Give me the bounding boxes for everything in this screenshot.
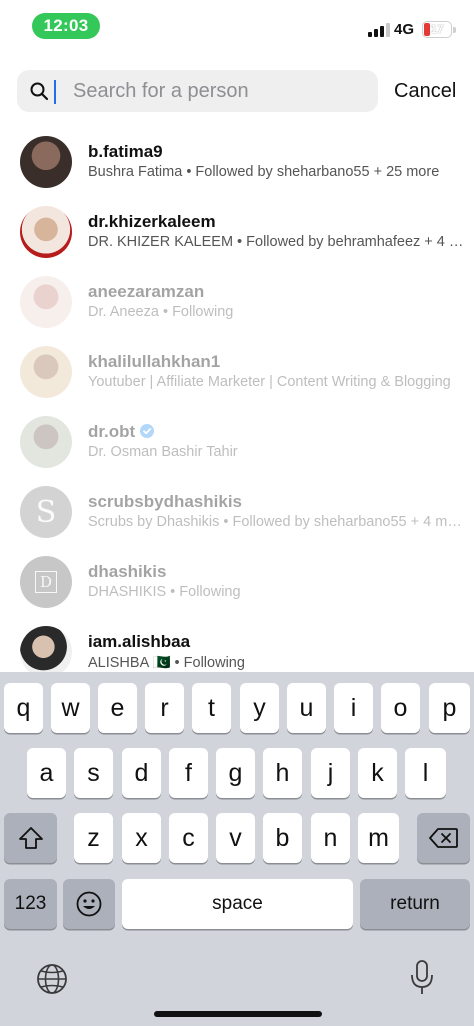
status-time[interactable]: 12:03 bbox=[32, 13, 100, 39]
return-key[interactable]: return bbox=[360, 879, 470, 929]
key-p[interactable]: p bbox=[429, 683, 470, 733]
avatar bbox=[20, 626, 72, 672]
key-c[interactable]: c bbox=[169, 813, 208, 863]
result-row[interactable]: dr.khizerkaleem DR. KHIZER KALEEM • Foll… bbox=[0, 196, 474, 266]
delete-key[interactable] bbox=[417, 813, 470, 863]
result-subtitle: Dr. Osman Bashir Tahir bbox=[88, 444, 238, 460]
result-row[interactable]: S scrubsbydhashikis Scrubs by Dhashikis … bbox=[0, 476, 474, 546]
emoji-icon bbox=[76, 891, 102, 917]
search-icon bbox=[30, 82, 49, 101]
result-subtitle: Dr. Aneeza • Following bbox=[88, 304, 234, 320]
result-subtitle: Scrubs by Dhashikis • Followed by shehar… bbox=[88, 514, 464, 530]
result-row[interactable]: b.fatima9 Bushra Fatima • Followed by sh… bbox=[0, 126, 474, 196]
home-indicator[interactable] bbox=[154, 1011, 322, 1017]
shift-key[interactable] bbox=[4, 813, 57, 863]
avatar bbox=[20, 206, 72, 258]
avatar bbox=[20, 416, 72, 468]
result-username: dr.khizerkaleem bbox=[88, 212, 216, 231]
avatar bbox=[20, 276, 72, 328]
result-username: iam.alishbaa bbox=[88, 632, 191, 651]
key-a[interactable]: a bbox=[27, 748, 66, 798]
key-k[interactable]: k bbox=[358, 748, 397, 798]
key-q[interactable]: q bbox=[4, 683, 43, 733]
key-j[interactable]: j bbox=[311, 748, 350, 798]
result-subtitle: Bushra Fatima • Followed by sheharbano55… bbox=[88, 164, 440, 180]
result-username: b.fatima9 bbox=[88, 142, 163, 161]
result-username-text: dr.obt bbox=[88, 422, 136, 441]
text-cursor bbox=[54, 80, 56, 104]
status-bar: 12:03 4G 17 bbox=[0, 0, 474, 52]
result-row[interactable]: dr.obt Dr. Osman Bashir Tahir bbox=[0, 406, 474, 476]
result-subtitle: ALISHBA 🇵🇰 • Following bbox=[88, 655, 245, 671]
result-row[interactable]: khalilullahkhan1 Youtuber | Affiliate Ma… bbox=[0, 336, 474, 406]
result-username: dhashikis bbox=[88, 562, 167, 581]
network-type: 4G bbox=[394, 21, 415, 38]
result-subtitle: Youtuber | Affiliate Marketer | Content … bbox=[88, 374, 451, 390]
key-h[interactable]: h bbox=[263, 748, 302, 798]
key-x[interactable]: x bbox=[122, 813, 161, 863]
key-y[interactable]: y bbox=[240, 683, 279, 733]
key-z[interactable]: z bbox=[74, 813, 113, 863]
search-results-list[interactable]: b.fatima9 Bushra Fatima • Followed by sh… bbox=[0, 126, 474, 672]
avatar: S bbox=[20, 486, 72, 538]
signal-icon bbox=[368, 23, 390, 37]
result-username: aneezaramzan bbox=[88, 282, 205, 301]
microphone-icon[interactable] bbox=[409, 959, 435, 997]
key-m[interactable]: m bbox=[358, 813, 399, 863]
search-input[interactable] bbox=[57, 70, 367, 112]
avatar-logo-icon: D bbox=[35, 571, 57, 593]
key-i[interactable]: i bbox=[334, 683, 373, 733]
avatar bbox=[20, 346, 72, 398]
result-subtitle: DR. KHIZER KALEEM • Followed by behramha… bbox=[88, 234, 464, 250]
battery-icon: 17 bbox=[422, 21, 456, 38]
result-row[interactable]: iam.alishbaa ALISHBA 🇵🇰 • Following bbox=[0, 616, 474, 672]
key-t[interactable]: t bbox=[192, 683, 231, 733]
result-subtitle: DHASHIKIS • Following bbox=[88, 584, 241, 600]
shift-icon bbox=[18, 827, 43, 849]
key-d[interactable]: d bbox=[122, 748, 161, 798]
avatar bbox=[20, 136, 72, 188]
keyboard: q w e r t y u i o p a s d f g h j k l z … bbox=[0, 672, 474, 1026]
avatar: D bbox=[20, 556, 72, 608]
avatar-logo-icon: S bbox=[35, 494, 57, 530]
key-u[interactable]: u bbox=[287, 683, 326, 733]
space-key[interactable]: space bbox=[122, 879, 353, 929]
battery-level: 17 bbox=[430, 22, 444, 36]
key-v[interactable]: v bbox=[216, 813, 255, 863]
key-s[interactable]: s bbox=[74, 748, 113, 798]
search-box[interactable] bbox=[17, 70, 378, 112]
key-r[interactable]: r bbox=[145, 683, 184, 733]
emoji-key[interactable] bbox=[63, 879, 115, 929]
result-row[interactable]: aneezaramzan Dr. Aneeza • Following bbox=[0, 266, 474, 336]
key-o[interactable]: o bbox=[381, 683, 420, 733]
key-n[interactable]: n bbox=[311, 813, 350, 863]
key-b[interactable]: b bbox=[263, 813, 302, 863]
key-w[interactable]: w bbox=[51, 683, 90, 733]
key-g[interactable]: g bbox=[216, 748, 255, 798]
result-username: dr.obt bbox=[88, 422, 155, 442]
key-l[interactable]: l bbox=[405, 748, 446, 798]
delete-icon bbox=[428, 828, 458, 848]
result-username: khalilullahkhan1 bbox=[88, 352, 221, 371]
numbers-key[interactable]: 123 bbox=[4, 879, 57, 929]
verified-badge-icon bbox=[140, 424, 155, 438]
globe-icon[interactable] bbox=[35, 962, 69, 996]
cancel-button[interactable]: Cancel bbox=[394, 80, 456, 103]
key-e[interactable]: e bbox=[98, 683, 137, 733]
result-username: scrubsbydhashikis bbox=[88, 492, 243, 511]
key-f[interactable]: f bbox=[169, 748, 208, 798]
result-row[interactable]: D dhashikis DHASHIKIS • Following bbox=[0, 546, 474, 616]
